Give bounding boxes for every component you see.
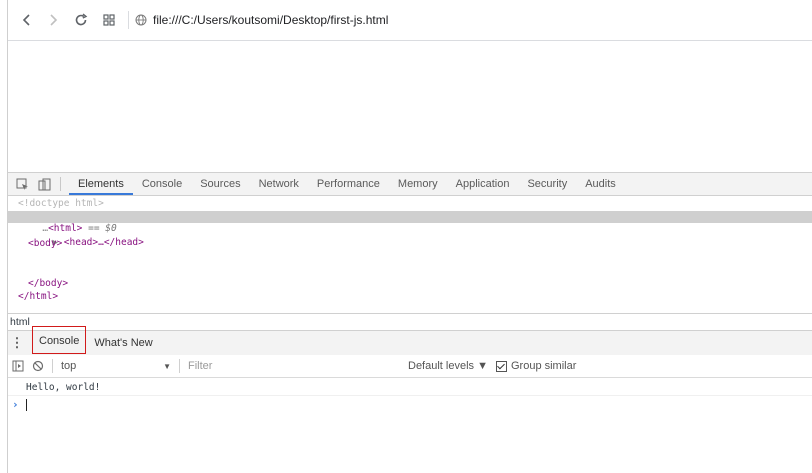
- dom-head-text: <head>…</head>: [63, 237, 144, 248]
- dom-head[interactable]: ▶ <head>…</head>: [18, 225, 144, 248]
- tab-performance[interactable]: Performance: [308, 173, 389, 195]
- drawer-tab-console[interactable]: Console: [32, 326, 87, 354]
- globe-icon: [135, 14, 147, 26]
- page-viewport: [8, 41, 812, 171]
- breadcrumb: html: [8, 313, 812, 330]
- filter-input[interactable]: Filter: [188, 360, 408, 372]
- sidebar-toggle-icon[interactable]: [12, 360, 24, 372]
- url-text: file:///C:/Users/koutsomi/Desktop/first-…: [153, 13, 389, 27]
- dropdown-arrow-icon: ▼: [163, 361, 171, 371]
- console-message-text: Hello, world!: [26, 382, 101, 393]
- tab-audits[interactable]: Audits: [576, 173, 625, 195]
- prompt-chevron-icon: ›: [12, 398, 19, 411]
- context-selector[interactable]: top ▼: [61, 360, 171, 372]
- drawer-tabbar: ⋮ Console What's New: [8, 326, 812, 356]
- toolbar-separator-2: [179, 359, 180, 373]
- device-toolbar-icon[interactable]: [36, 176, 52, 192]
- console-message: Hello, world!: [8, 380, 812, 396]
- checkbox-checked-icon: [495, 360, 507, 372]
- tabbar-separator: [60, 177, 61, 191]
- tab-memory[interactable]: Memory: [389, 173, 447, 195]
- devtools-tabbar: Elements Console Sources Network Perform…: [8, 172, 812, 196]
- forward-icon[interactable]: [42, 9, 64, 31]
- dom-doctype[interactable]: <!doctype html>: [18, 198, 104, 210]
- console-prompt[interactable]: ›: [8, 397, 812, 413]
- tab-network[interactable]: Network: [250, 173, 308, 195]
- default-levels-dropdown[interactable]: Default levels ▼: [408, 360, 488, 372]
- tab-sources[interactable]: Sources: [191, 173, 249, 195]
- dom-body-open[interactable]: <body>: [28, 238, 62, 250]
- drawer-menu-icon[interactable]: ⋮: [10, 335, 24, 351]
- tab-elements[interactable]: Elements: [69, 173, 133, 195]
- dom-tree: <!doctype html> …<html> == $0 ▶ <head>…<…: [8, 195, 812, 312]
- dom-body-close[interactable]: </body>: [28, 278, 68, 290]
- address-divider: [128, 11, 129, 29]
- tab-console[interactable]: Console: [133, 173, 191, 195]
- group-similar-checkbox[interactable]: Group similar: [495, 360, 577, 372]
- reload-icon[interactable]: [70, 9, 92, 31]
- back-icon[interactable]: [16, 9, 38, 31]
- browser-window: file:///C:/Users/koutsomi/Desktop/first-…: [7, 0, 812, 473]
- dom-html-close[interactable]: </html>: [18, 291, 58, 303]
- dom-html-selected[interactable]: …<html> == $0: [8, 211, 812, 234]
- url-field[interactable]: file:///C:/Users/koutsomi/Desktop/first-…: [135, 13, 388, 27]
- text-caret: [26, 399, 27, 411]
- tab-application[interactable]: Application: [447, 173, 519, 195]
- tab-security[interactable]: Security: [518, 173, 576, 195]
- group-similar-label: Group similar: [510, 360, 577, 372]
- toolbar-separator: [52, 359, 53, 373]
- drawer-tab-whats-new[interactable]: What's New: [86, 331, 160, 355]
- context-value: top: [61, 360, 77, 372]
- address-bar: file:///C:/Users/koutsomi/Desktop/first-…: [8, 0, 812, 41]
- breadcrumb-html[interactable]: html: [10, 316, 30, 328]
- apps-icon[interactable]: [98, 9, 120, 31]
- clear-console-icon[interactable]: [32, 360, 44, 372]
- inspect-element-icon[interactable]: [14, 176, 30, 192]
- console-toolbar: top ▼ Filter Default levels ▼ Group simi…: [8, 355, 812, 378]
